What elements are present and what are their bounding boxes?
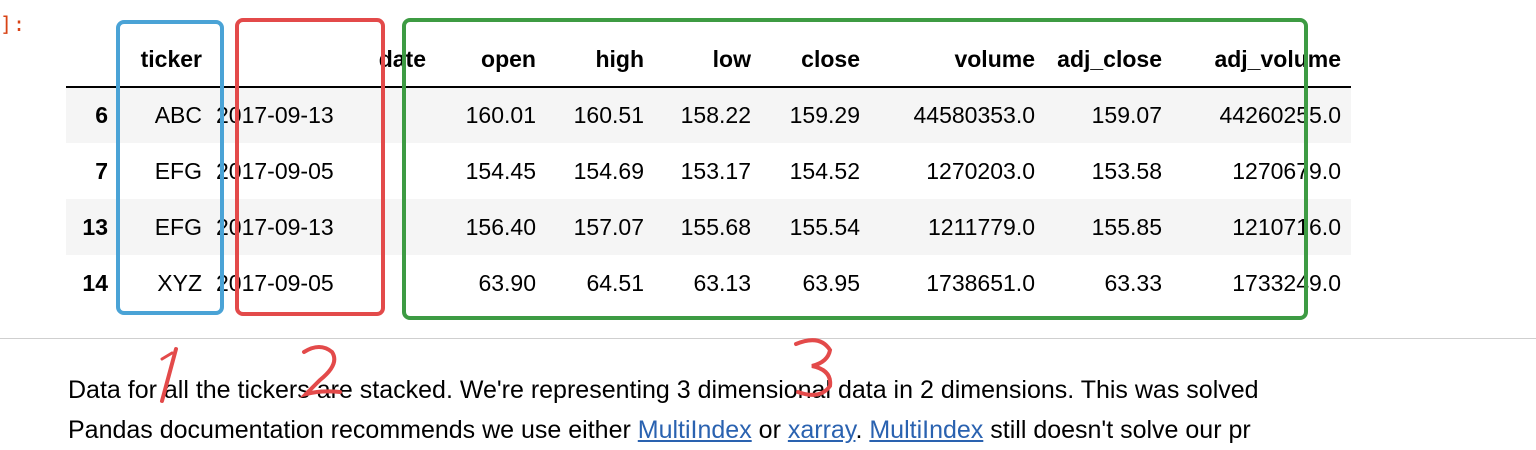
row-index: 14 — [82, 269, 108, 296]
annotation-box-values — [402, 18, 1308, 320]
row-index: 7 — [95, 157, 108, 184]
paragraph-text: . — [855, 416, 870, 444]
paragraph-line-1: Data for all the tickers are stacked. We… — [68, 376, 1259, 404]
cell-divider — [0, 338, 1536, 339]
link-xarray[interactable]: xarray — [788, 416, 856, 444]
markdown-paragraph: Data for all the tickers are stacked. We… — [68, 370, 1536, 450]
row-index: 6 — [95, 102, 108, 128]
paragraph-line-2: Pandas documentation recommends we use e… — [68, 410, 1536, 450]
row-index: 13 — [82, 213, 108, 240]
annotation-box-date — [235, 18, 385, 316]
paragraph-text: or — [751, 416, 788, 444]
annotation-box-ticker — [116, 20, 224, 315]
header-index — [66, 33, 118, 88]
cell-prompt: ]: — [0, 12, 27, 36]
paragraph-text: still doesn't solve our pr — [983, 416, 1251, 444]
link-multiindex-2[interactable]: MultiIndex — [869, 416, 983, 444]
paragraph-text: Pandas documentation recommends we use e… — [68, 416, 638, 444]
link-multiindex[interactable]: MultiIndex — [638, 416, 752, 444]
